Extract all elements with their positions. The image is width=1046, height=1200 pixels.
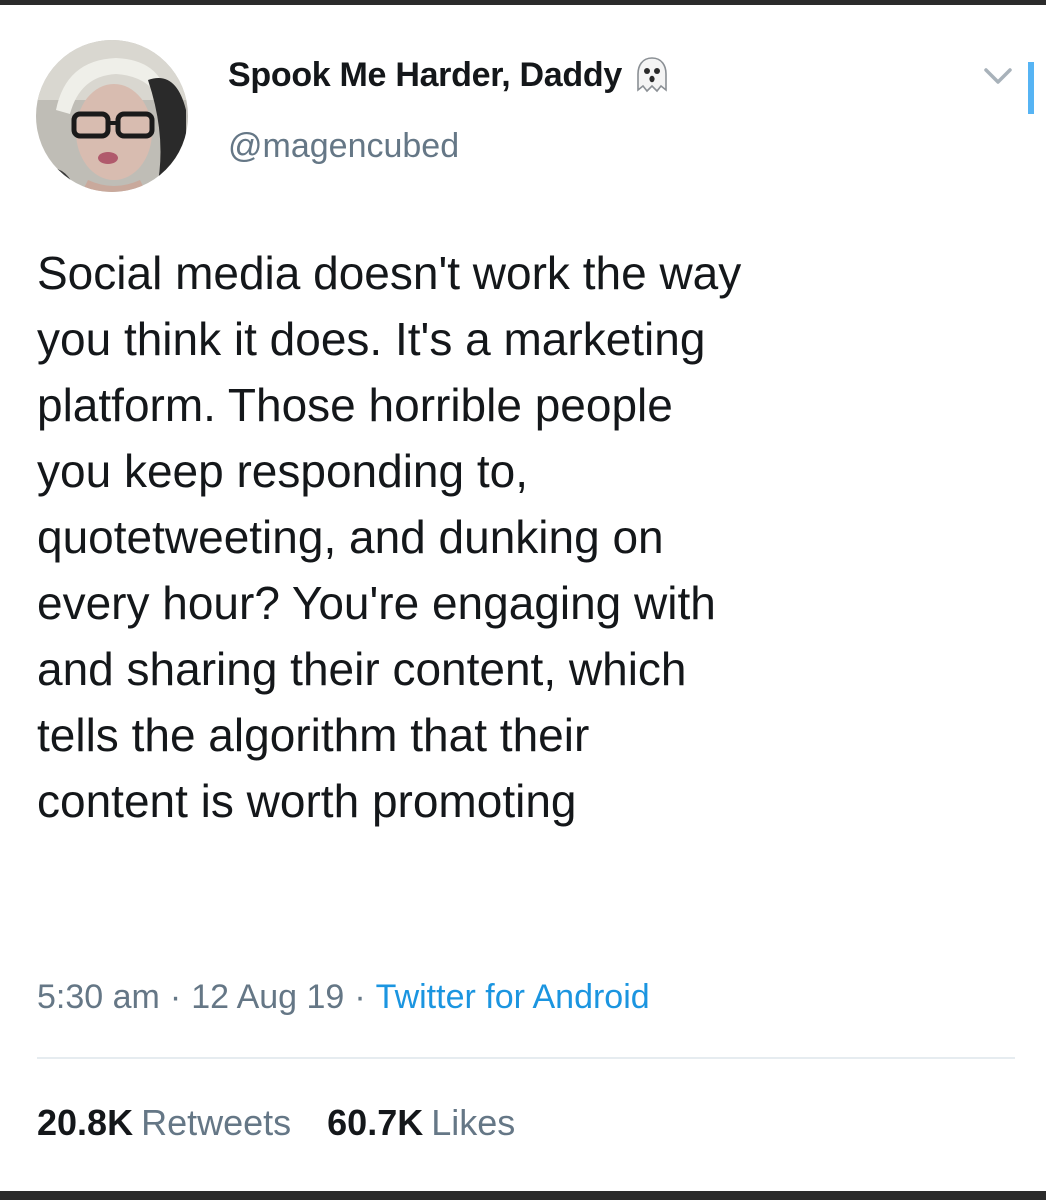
likes-count: 60.7K: [327, 1102, 424, 1143]
tweet-text-line: you keep responding to,: [37, 445, 529, 497]
tweet-date[interactable]: 12 Aug 19: [191, 978, 344, 1016]
tweet-menu-button[interactable]: [980, 60, 1016, 90]
chevron-down-icon: [984, 68, 1012, 84]
avatar[interactable]: [36, 40, 188, 192]
profile-photo-icon: [36, 40, 188, 192]
likes-stat[interactable]: 60.7K Likes: [327, 1102, 515, 1143]
tweet-text-line: tells the algorithm that their: [37, 709, 590, 761]
likes-label: Likes: [431, 1102, 516, 1143]
tweet-text-line: and sharing their content, which: [37, 643, 687, 695]
meta-separator: ·: [354, 978, 366, 1016]
tweet-text-line: content is worth promoting: [37, 775, 577, 827]
tweet-source-link[interactable]: Twitter for Android: [376, 978, 650, 1016]
retweets-label: Retweets: [141, 1102, 292, 1143]
tweet-text: Social media doesn't work the way you th…: [37, 240, 1027, 834]
scroll-indicator: [1028, 62, 1034, 114]
divider: [37, 1057, 1015, 1059]
tweet-text-line: platform. Those horrible people: [37, 379, 673, 431]
tweet-time[interactable]: 5:30 am: [37, 978, 160, 1016]
retweets-stat[interactable]: 20.8K Retweets: [37, 1102, 291, 1143]
user-handle[interactable]: @magencubed: [228, 127, 459, 166]
tweet-text-line: every hour? You're engaging with: [37, 577, 716, 629]
meta-separator: ·: [169, 978, 182, 1016]
tweet-text-line: Social media doesn't work the way: [37, 247, 742, 299]
tweet-text-line: you think it does. It's a marketing: [37, 313, 706, 365]
tweet-text-line: quotetweeting, and dunking on: [37, 511, 664, 563]
ghost-icon: [634, 56, 670, 94]
retweets-count: 20.8K: [37, 1102, 134, 1143]
tweet-stats: 20.8K Retweets 60.7K Likes: [37, 1102, 515, 1144]
bottom-border: [0, 1191, 1046, 1200]
author-name-row[interactable]: Spook Me Harder, Daddy: [228, 50, 670, 100]
tweet-meta: 5:30 am · 12 Aug 19 · Twitter for Android: [37, 978, 650, 1017]
display-name[interactable]: Spook Me Harder, Daddy: [228, 56, 622, 95]
top-border: [0, 0, 1046, 5]
